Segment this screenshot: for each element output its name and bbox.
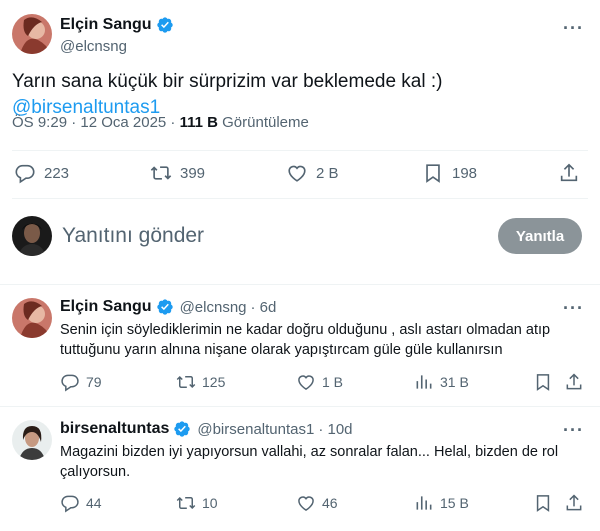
reply-composer-input[interactable]: Yanıtını gönder — [62, 224, 204, 248]
more-icon[interactable]: ··· — [563, 18, 584, 39]
views-count: 15 B — [440, 495, 469, 511]
reply-text: Senin için söylediklerimin ne kadar doğr… — [60, 320, 595, 360]
reply-submit-button[interactable]: Yanıtla — [498, 218, 582, 254]
divider — [0, 284, 600, 285]
share-button[interactable] — [564, 372, 590, 392]
views-count: 31 B — [440, 374, 469, 390]
main-author-handle[interactable]: @elcnsng — [60, 38, 127, 55]
verified-badge-icon — [173, 420, 191, 438]
bookmark-count: 198 — [452, 164, 478, 182]
share-icon — [566, 373, 582, 390]
reply-count: 44 — [86, 495, 102, 511]
retweet-button[interactable]: 399 — [150, 162, 205, 184]
like-button[interactable]: 46 — [296, 493, 338, 513]
reply-icon — [61, 374, 79, 392]
bookmark-button[interactable]: 198 — [422, 162, 477, 184]
reply-text-line: Magazini bizden iyi yapıyorsun vallahi, … — [60, 444, 559, 460]
bookmark-icon — [536, 374, 550, 391]
like-button[interactable]: 1 B — [296, 372, 343, 392]
retweet-icon — [150, 166, 172, 180]
main-author-avatar[interactable] — [12, 14, 52, 54]
like-icon — [288, 165, 306, 182]
retweet-icon — [176, 375, 196, 389]
bookmark-button[interactable] — [533, 372, 559, 392]
views-icon — [416, 375, 432, 389]
reply-icon — [15, 164, 35, 184]
bookmark-button[interactable] — [533, 493, 559, 513]
tweet-timestamp[interactable]: ÖS 9:29 · 12 Oca 2025 · — [12, 114, 180, 131]
reply-author-handle[interactable]: @elcnsng — [180, 299, 247, 316]
like-count: 2 B — [316, 164, 339, 182]
divider — [0, 406, 600, 407]
reply-count: 223 — [44, 164, 70, 182]
reply-icon — [61, 495, 79, 513]
main-tweet-body: Yarın sana küçük bir sürprizim var bekle… — [12, 71, 443, 92]
retweet-count: 10 — [202, 495, 218, 511]
bookmark-icon — [536, 495, 550, 512]
reply-author-avatar[interactable] — [12, 298, 52, 338]
views-count: 111 B — [179, 114, 218, 131]
more-icon[interactable]: ··· — [563, 420, 584, 441]
bookmark-icon — [426, 164, 440, 183]
retweet-count: 125 — [202, 374, 226, 390]
retweet-count: 399 — [180, 164, 206, 182]
like-count: 1 B — [322, 374, 344, 390]
reply-age[interactable]: · 10d — [318, 421, 352, 438]
share-icon — [560, 163, 578, 182]
tweet-meta: ÖS 9:29 · 12 Oca 2025 · 111 B Görüntülem… — [12, 114, 309, 131]
reply-author-name[interactable]: Elçin Sangu — [60, 298, 152, 316]
share-icon — [566, 494, 582, 511]
more-icon[interactable]: ··· — [563, 298, 584, 319]
retweet-button[interactable]: 125 — [176, 372, 225, 392]
reply-author-avatar[interactable] — [12, 420, 52, 460]
verified-badge-icon — [156, 298, 174, 316]
reply-text: Magazini bizden iyi yapıyorsun vallahi, … — [60, 442, 595, 482]
share-button[interactable] — [564, 493, 590, 513]
current-user-avatar[interactable] — [12, 216, 52, 256]
views-button[interactable]: 15 B — [414, 493, 469, 513]
divider — [12, 150, 588, 151]
like-icon — [298, 496, 314, 511]
reply-button[interactable]: 44 — [60, 493, 102, 513]
reply-text-line: çalıyorsun. — [60, 464, 131, 480]
views-button[interactable]: 31 B — [414, 372, 469, 392]
reply-author-name[interactable]: birsenaltuntas — [60, 420, 169, 438]
views-label: Görüntüleme — [217, 114, 309, 131]
reply-button[interactable]: 79 — [60, 372, 102, 392]
verified-badge-icon — [156, 16, 174, 34]
like-count: 46 — [322, 495, 338, 511]
divider — [12, 198, 588, 199]
reply-count: 79 — [86, 374, 102, 390]
views-icon — [416, 496, 432, 510]
reply-text-line: Senin için söylediklerimin ne kadar doğr… — [60, 322, 551, 338]
reply-age[interactable]: · 6d — [251, 299, 277, 316]
like-icon — [298, 375, 314, 390]
retweet-button[interactable]: 10 — [176, 493, 218, 513]
main-author-name[interactable]: Elçin Sangu — [60, 16, 152, 34]
retweet-icon — [176, 496, 196, 510]
share-button[interactable] — [558, 162, 588, 184]
reply-author-handle[interactable]: @birsenaltuntas1 — [197, 421, 314, 438]
like-button[interactable]: 2 B — [286, 162, 339, 184]
reply-text-line: tuttuğunu yarın alnına nişane olarak yap… — [60, 342, 503, 358]
reply-button[interactable]: 223 — [14, 162, 69, 184]
